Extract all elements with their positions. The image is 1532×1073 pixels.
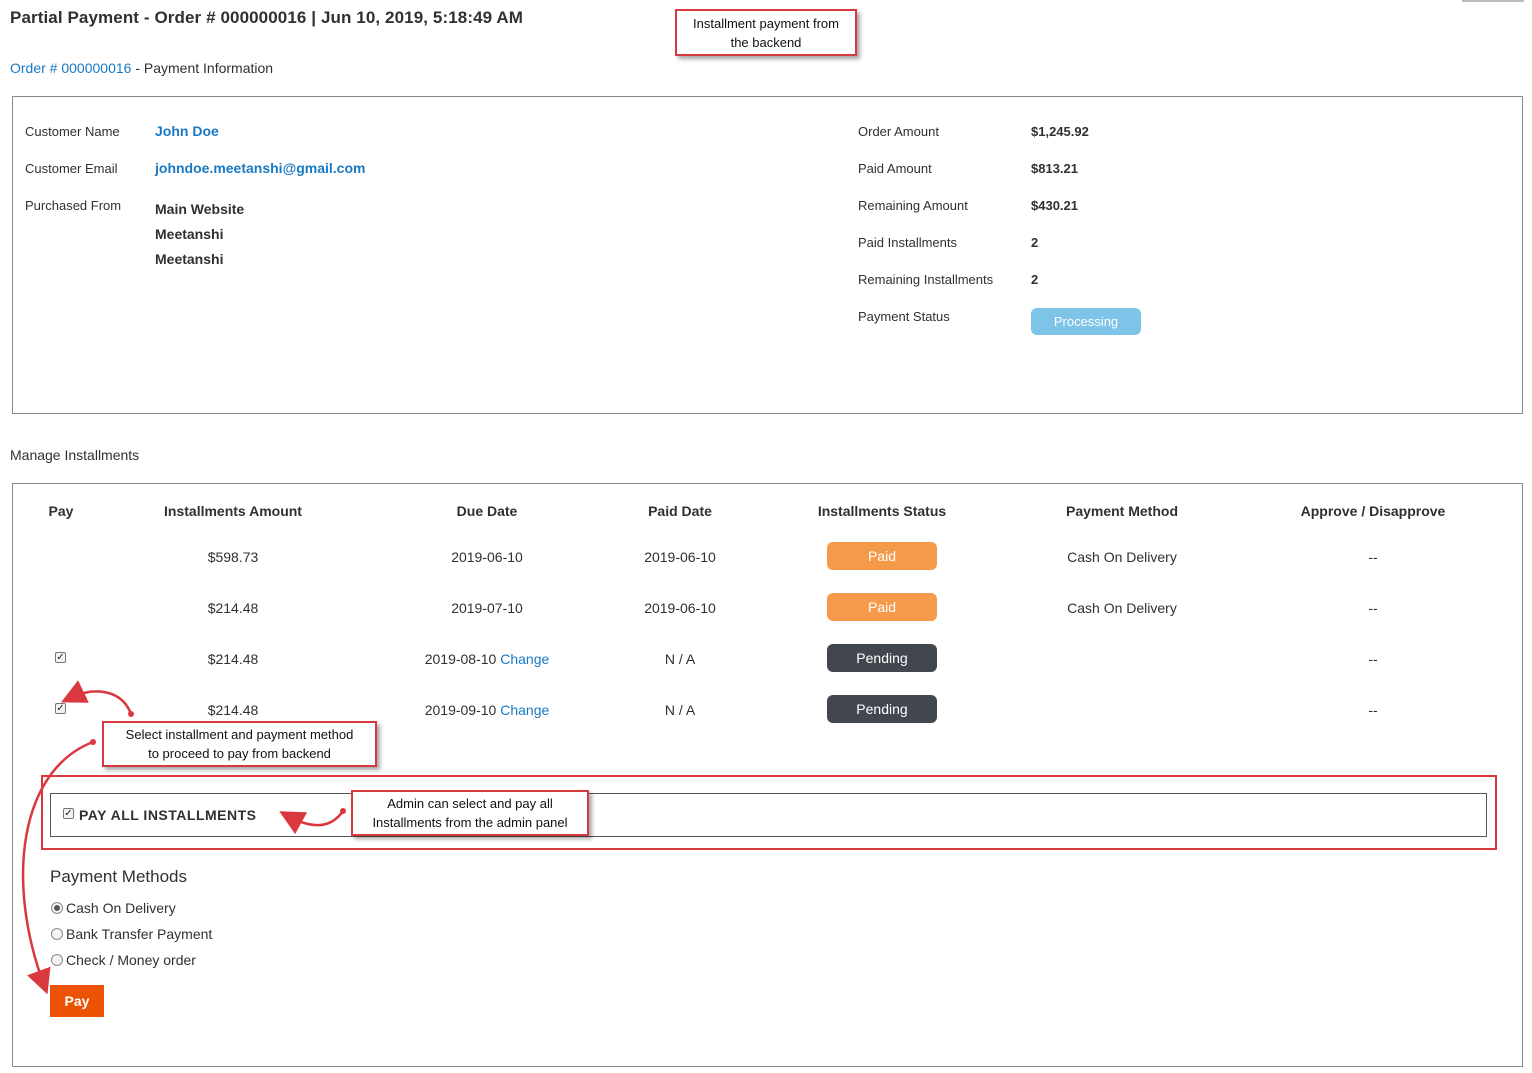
arrow-to-checkbox xyxy=(60,680,133,715)
arrow-anchor-dot xyxy=(128,711,134,717)
arrow-to-pay-all xyxy=(279,810,345,835)
annotation-arrows xyxy=(21,0,1524,995)
arrow-anchor-dot xyxy=(90,739,96,745)
arrow-to-pay-button xyxy=(21,740,94,995)
arrow-anchor-dot xyxy=(340,808,346,814)
